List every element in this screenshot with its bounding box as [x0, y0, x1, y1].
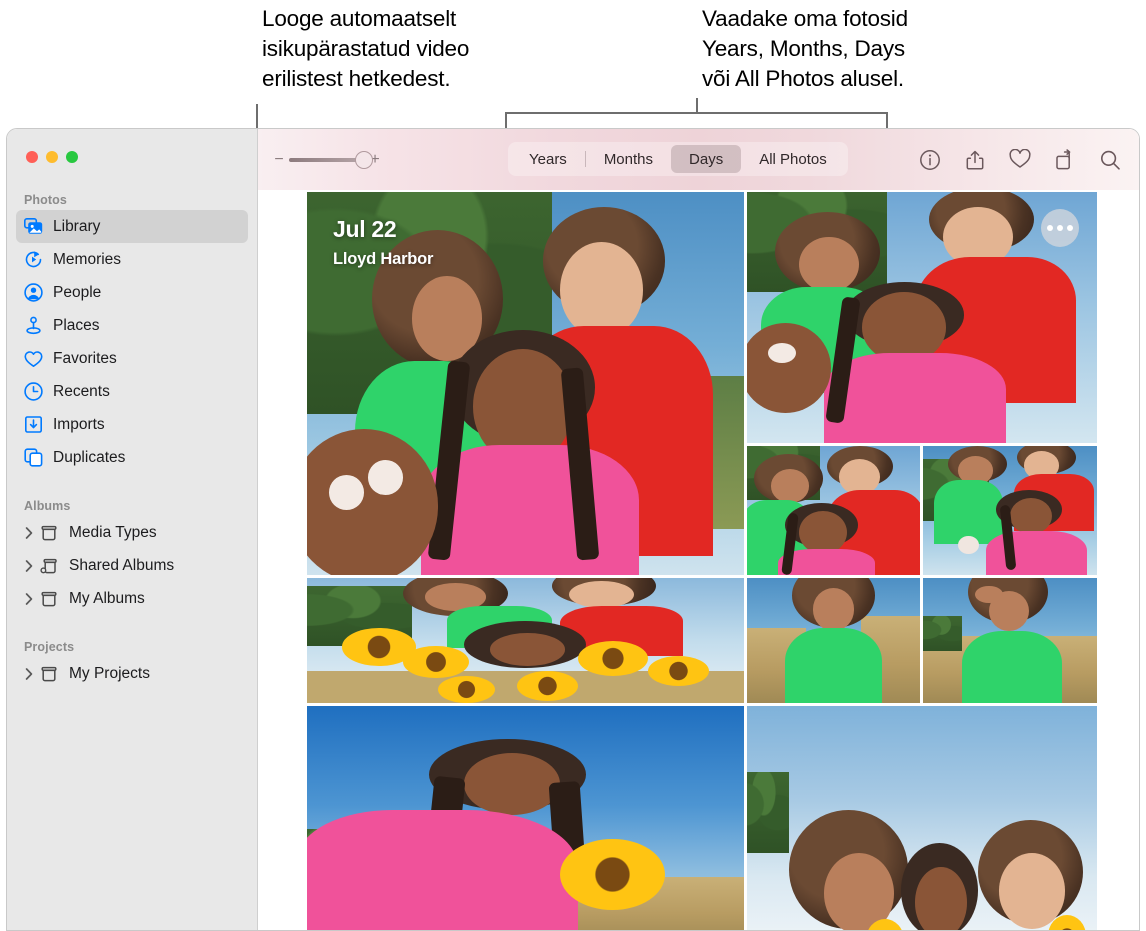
- search-icon[interactable]: [1099, 149, 1121, 171]
- view-modes-callout-bracket-top: [505, 112, 888, 114]
- zoom-slider-knob[interactable]: [355, 150, 373, 169]
- sidebar-item-label: My Projects: [69, 664, 150, 682]
- memories-icon: [21, 250, 45, 270]
- photo-small-2-image: [923, 446, 1097, 575]
- view-modes-callout-text: Vaadake oma fotosid Years, Months, Days …: [702, 6, 908, 91]
- people-icon: [21, 283, 45, 303]
- sidebar-item-label: Imports: [53, 415, 105, 433]
- memories-callout-text: Looge automaatselt isikupärastatud video…: [262, 6, 470, 91]
- album-icon: [37, 664, 61, 684]
- clock-icon: [21, 382, 45, 402]
- photo-tile-mid-2[interactable]: [746, 578, 921, 703]
- rotate-icon[interactable]: [1054, 148, 1076, 171]
- date-overlay: Jul 22 Lloyd Harbor: [333, 216, 433, 269]
- sidebar-item-label: Shared Albums: [69, 556, 175, 574]
- photo-mid-1-image: [307, 578, 744, 703]
- sidebar-item-my-albums[interactable]: My Albums: [16, 582, 248, 615]
- sidebar: Photos Library Memories People Places Fa…: [7, 129, 258, 930]
- toolbar: − + Years Months Days All Photos: [258, 129, 1139, 190]
- sidebar-item-people[interactable]: People: [16, 276, 248, 309]
- sidebar-item-imports[interactable]: Imports: [16, 408, 248, 441]
- photo-tile-hero[interactable]: Jul 22 Lloyd Harbor: [307, 192, 744, 575]
- album-icon: [37, 589, 61, 609]
- places-icon: [21, 316, 45, 336]
- share-icon[interactable]: [964, 149, 986, 171]
- dot: [1047, 225, 1053, 231]
- photo-tile-small-1[interactable]: [746, 446, 921, 575]
- content-area: − + Years Months Days All Photos Jul 22 …: [258, 129, 1139, 930]
- sidebar-item-label: Places: [53, 316, 100, 334]
- duplicates-icon: [21, 448, 45, 468]
- sidebar-item-places[interactable]: Places: [16, 309, 248, 342]
- photo-bottom-1-image: [307, 706, 744, 930]
- zoom-slider[interactable]: − +: [272, 150, 382, 169]
- tab-days[interactable]: Days: [671, 145, 742, 173]
- sidebar-item-label: People: [53, 283, 102, 301]
- date-title: Jul 22: [333, 216, 397, 242]
- sidebar-item-label: Library: [53, 217, 101, 235]
- dot: [1057, 225, 1063, 231]
- photo-small-1-image: [746, 446, 921, 575]
- zoom-out-label[interactable]: −: [272, 151, 286, 169]
- info-icon[interactable]: [919, 149, 941, 171]
- sidebar-item-duplicates[interactable]: Duplicates: [16, 441, 248, 474]
- photo-tile-mid-1[interactable]: [307, 578, 744, 703]
- sidebar-list-photos: Library Memories People Places Favorites…: [7, 210, 257, 474]
- sidebar-section-photos: Photos: [24, 193, 67, 207]
- photo-tile-small-2[interactable]: [923, 446, 1097, 575]
- photo-tile-bottom-2[interactable]: [746, 706, 1097, 930]
- maximize-button[interactable]: [66, 151, 78, 163]
- sidebar-item-label: Media Types: [69, 523, 157, 541]
- sidebar-item-media-types[interactable]: Media Types: [16, 516, 248, 549]
- sidebar-item-label: Memories: [53, 250, 122, 268]
- sidebar-item-shared-albums[interactable]: Shared Albums: [16, 549, 248, 582]
- sidebar-section-albums: Albums: [24, 499, 71, 513]
- library-icon: [21, 217, 45, 237]
- photo-grid: Jul 22 Lloyd Harbor: [307, 192, 1097, 930]
- chevron-right-icon[interactable]: [21, 667, 36, 680]
- chevron-right-icon[interactable]: [21, 559, 36, 572]
- photo-bottom-2-image: [746, 706, 1097, 930]
- heart-icon[interactable]: [1009, 148, 1031, 171]
- shared-album-icon: [37, 556, 61, 576]
- sidebar-item-favorites[interactable]: Favorites: [16, 342, 248, 375]
- heart-icon: [21, 349, 45, 369]
- sidebar-item-label: My Albums: [69, 589, 145, 607]
- more-options-button[interactable]: [1041, 209, 1079, 247]
- import-icon: [21, 415, 45, 435]
- photo-tile-bottom-1[interactable]: [307, 706, 744, 930]
- sidebar-item-my-projects[interactable]: My Projects: [16, 657, 248, 690]
- toolbar-actions: [919, 129, 1121, 190]
- sidebar-item-label: Duplicates: [53, 448, 126, 466]
- sidebar-item-library[interactable]: Library: [16, 210, 248, 243]
- view-mode-segmented-control[interactable]: Years Months Days All Photos: [508, 142, 848, 176]
- minimize-button[interactable]: [46, 151, 58, 163]
- sidebar-item-label: Recents: [53, 382, 110, 400]
- sidebar-list-albums: Media Types Shared Albums My Albums: [7, 516, 257, 615]
- tab-all-photos[interactable]: All Photos: [741, 145, 845, 173]
- sidebar-section-projects: Projects: [24, 640, 75, 654]
- album-icon: [37, 523, 61, 543]
- photo-tile-mid-3[interactable]: [923, 578, 1097, 703]
- chevron-right-icon[interactable]: [21, 592, 36, 605]
- tab-years[interactable]: Years: [511, 145, 585, 173]
- dot: [1067, 225, 1073, 231]
- sidebar-item-memories[interactable]: Memories: [16, 243, 248, 276]
- photo-mid-3-image: [923, 578, 1097, 703]
- photos-window: Photos Library Memories People Places Fa…: [6, 128, 1140, 931]
- sidebar-list-projects: My Projects: [7, 657, 257, 690]
- sidebar-item-label: Favorites: [53, 349, 117, 367]
- photo-mid-2-image: [746, 578, 921, 703]
- chevron-right-icon[interactable]: [21, 526, 36, 539]
- photo-tile-tall[interactable]: [746, 192, 1097, 443]
- window-controls: [7, 129, 257, 163]
- date-subtitle: Lloyd Harbor: [333, 250, 434, 268]
- tab-months[interactable]: Months: [586, 145, 671, 173]
- zoom-slider-track[interactable]: [289, 150, 373, 169]
- sidebar-item-recents[interactable]: Recents: [16, 375, 248, 408]
- close-button[interactable]: [26, 151, 38, 163]
